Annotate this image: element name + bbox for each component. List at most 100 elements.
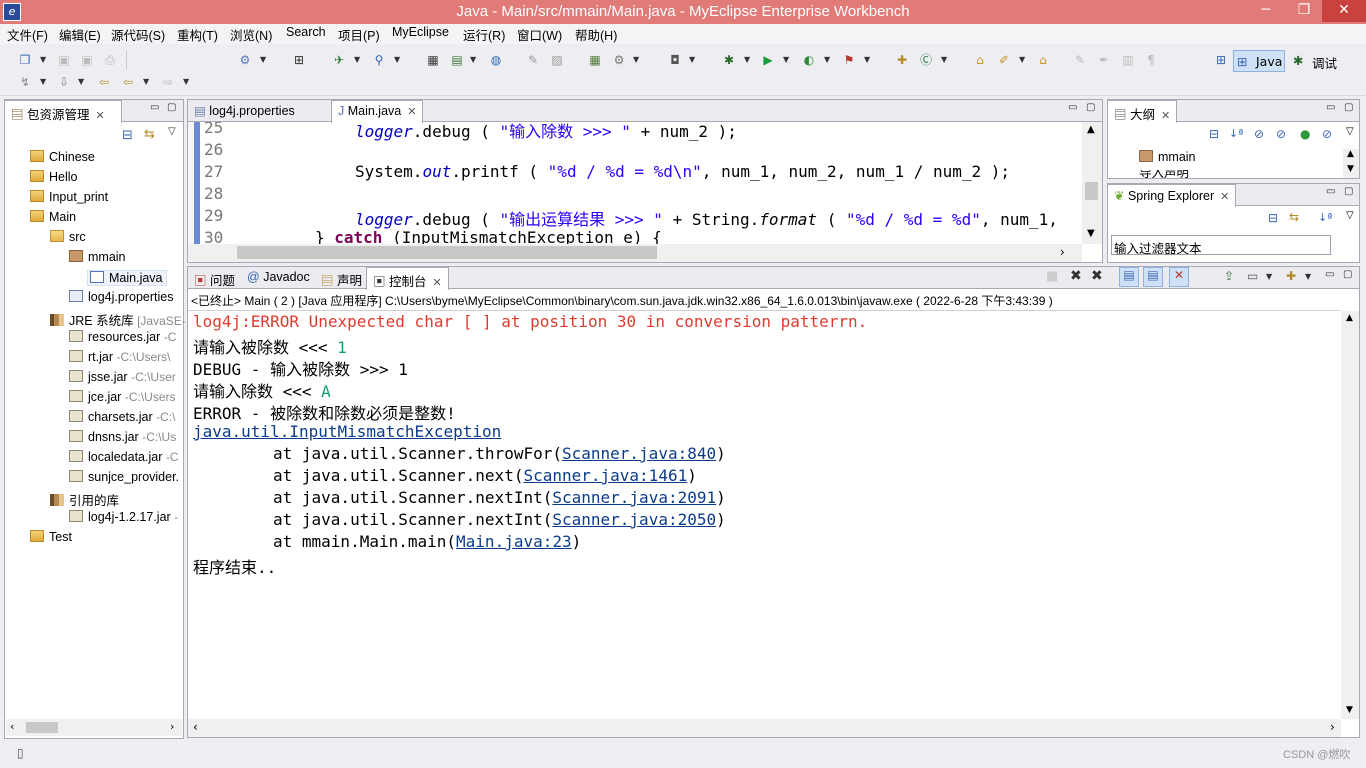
close-icon[interactable]: ✕: [407, 106, 416, 118]
maximize-icon[interactable]: ▢: [1343, 269, 1352, 280]
scroll-up-icon[interactable]: ▲: [1347, 149, 1354, 159]
view-menu-icon[interactable]: ▽: [1346, 126, 1354, 137]
stack-trace-link[interactable]: Scanner.java:1461: [523, 466, 687, 485]
tab-log4j-properties[interactable]: ▤ log4j.properties: [188, 100, 301, 122]
forward-icon[interactable]: ⇨: [160, 74, 176, 90]
chevron-down-icon[interactable]: ▼: [783, 55, 789, 64]
minimize-icon[interactable]: ▭: [1326, 102, 1335, 113]
clear-console-icon[interactable]: ▤: [1119, 267, 1139, 287]
tree-item-log4j-jar[interactable]: log4j-1.2.17.jar -: [69, 510, 178, 524]
console-vscrollbar[interactable]: ▲ ▼: [1341, 311, 1359, 719]
remove-all-icon[interactable]: ✖: [1091, 268, 1103, 284]
tree-item-charsets-jar[interactable]: charsets.jar -C:\: [69, 410, 175, 424]
chevron-down-icon[interactable]: ▼: [864, 55, 870, 64]
maximize-icon[interactable]: ▢: [167, 102, 176, 113]
database-icon[interactable]: ▦: [425, 52, 441, 68]
external-tools-icon[interactable]: ⚑: [841, 52, 857, 68]
deploy-icon[interactable]: ✈: [331, 52, 347, 68]
chevron-down-icon[interactable]: ▼: [183, 77, 189, 86]
tab-spring-explorer[interactable]: ❦ Spring Explorer ✕: [1107, 184, 1237, 207]
chevron-down-icon[interactable]: ▼: [354, 55, 360, 64]
minimize-button[interactable]: ─: [1246, 0, 1286, 22]
tab-outline[interactable]: ▤ 大纲 ✕: [1107, 100, 1178, 123]
scroll-down-icon[interactable]: ▼: [1347, 164, 1354, 174]
code-area[interactable]: 25 26 27 28 29 30 logger.debug ( "输入除数 >…: [200, 122, 1082, 244]
tree-item-rt-jar[interactable]: rt.jar -C:\Users\: [69, 350, 170, 364]
run-server-icon[interactable]: ⚲: [371, 52, 387, 68]
package-explorer-hscrollbar[interactable]: ‹ ›: [6, 719, 182, 736]
tree-item-main[interactable]: Main: [30, 210, 76, 224]
settings-icon[interactable]: ⚙: [611, 52, 627, 68]
fast-view-icon[interactable]: ▯: [17, 746, 24, 760]
close-icon[interactable]: ✕: [96, 110, 105, 122]
hide-local-types-icon[interactable]: ⊘: [1322, 127, 1332, 141]
display-console-icon[interactable]: ▭: [1247, 269, 1258, 283]
remove-launch-icon[interactable]: ✖: [1070, 268, 1082, 284]
open-folder-icon[interactable]: ⌂: [1035, 52, 1051, 68]
tab-declaration[interactable]: ▤ 声明: [315, 267, 368, 289]
chevron-down-icon[interactable]: ▼: [78, 77, 84, 86]
close-icon[interactable]: ✕: [433, 277, 442, 289]
outline-item-imports[interactable]: 导入声明: [1139, 170, 1189, 178]
tree-item-hello[interactable]: Hello: [30, 170, 78, 184]
camera-icon[interactable]: ◘: [667, 52, 683, 68]
stack-trace-link[interactable]: Main.java:23: [456, 532, 572, 551]
chevron-down-icon[interactable]: ▼: [633, 55, 639, 64]
scroll-lock-icon[interactable]: ▤: [1143, 267, 1163, 287]
scroll-right-icon[interactable]: ›: [170, 720, 174, 733]
menu-myeclipse[interactable]: MyEclipse: [392, 25, 449, 39]
tree-item-jsse-jar[interactable]: jsse.jar -C:\User: [69, 370, 176, 384]
link-editor-icon[interactable]: ⇆: [144, 127, 155, 142]
console-hscrollbar[interactable]: ‹ ›: [188, 719, 1341, 737]
menu-navigate[interactable]: 浏览(N): [230, 25, 272, 44]
save-icon[interactable]: ▣: [56, 52, 72, 68]
hide-fields-icon[interactable]: ⊘: [1254, 127, 1264, 141]
menu-search[interactable]: Search: [286, 25, 326, 39]
tree-item-mmain[interactable]: mmain: [69, 250, 126, 264]
maximize-icon[interactable]: ▢: [1344, 186, 1353, 197]
view-menu-icon[interactable]: ▽: [168, 126, 176, 137]
tree-item-main-java[interactable]: Main.java: [87, 270, 167, 286]
chevron-down-icon[interactable]: ▼: [824, 55, 830, 64]
chevron-down-icon[interactable]: ▼: [394, 55, 400, 64]
block-icon[interactable]: ▥: [1120, 52, 1136, 68]
open-perspective-icon[interactable]: ⊞: [1213, 52, 1229, 68]
tab-console[interactable]: ▣ 控制台 ✕: [366, 267, 449, 290]
menu-project[interactable]: 项目(P): [338, 25, 380, 44]
print-icon[interactable]: ⎙: [102, 52, 118, 68]
collapse-all-icon[interactable]: ⊟: [1209, 127, 1219, 141]
collapse-all-icon[interactable]: ⊟: [1268, 211, 1278, 225]
maximize-button[interactable]: ❐: [1286, 0, 1322, 22]
server-icon[interactable]: ⊞: [291, 52, 307, 68]
open-console-icon[interactable]: ✚: [1286, 269, 1296, 283]
menu-source[interactable]: 源代码(S): [111, 25, 165, 44]
tree-item-dnsns-jar[interactable]: dnsns.jar -C:\Us: [69, 430, 176, 444]
chevron-down-icon[interactable]: ▼: [1305, 272, 1311, 281]
link-editor-icon[interactable]: ⇆: [1289, 210, 1299, 224]
menu-help[interactable]: 帮助(H): [575, 25, 617, 44]
search-icon[interactable]: ✐: [996, 52, 1012, 68]
editor-vscrollbar[interactable]: ▲ ▼: [1082, 122, 1102, 244]
paragraph-icon[interactable]: ¶: [1143, 52, 1159, 68]
tab-main-java[interactable]: J Main.java ✕: [331, 100, 424, 123]
tab-package-explorer[interactable]: ▤ 包资源管理 ✕: [4, 100, 122, 123]
sort-icon[interactable]: ↓ª: [1229, 127, 1243, 140]
menu-refactor[interactable]: 重构(T): [177, 25, 218, 44]
view-menu-icon[interactable]: ▽: [1346, 210, 1354, 221]
annotation-icon[interactable]: ✎: [1072, 52, 1088, 68]
prev-annotation-icon[interactable]: ⇩: [56, 74, 72, 90]
chevron-down-icon[interactable]: ▼: [143, 77, 149, 86]
chevron-down-icon[interactable]: ▼: [941, 55, 947, 64]
tab-javadoc[interactable]: @ Javadoc: [241, 267, 316, 289]
menu-window[interactable]: 窗口(W): [517, 25, 562, 44]
tree-item-resources-jar[interactable]: resources.jar -C: [69, 330, 176, 344]
chevron-down-icon[interactable]: ▼: [1019, 55, 1025, 64]
maximize-icon[interactable]: ▢: [1344, 102, 1353, 113]
tree-item-jre-library[interactable]: JRE 系统库 [JavaSE-: [50, 310, 186, 329]
table-icon[interactable]: ▦: [587, 52, 603, 68]
stack-trace-link[interactable]: Scanner.java:2091: [552, 488, 716, 507]
image-icon[interactable]: ▨: [549, 52, 565, 68]
open-type-icon[interactable]: ⌂: [972, 52, 988, 68]
chevron-down-icon[interactable]: ▼: [470, 55, 476, 64]
back-icon[interactable]: ⇦: [120, 74, 136, 90]
